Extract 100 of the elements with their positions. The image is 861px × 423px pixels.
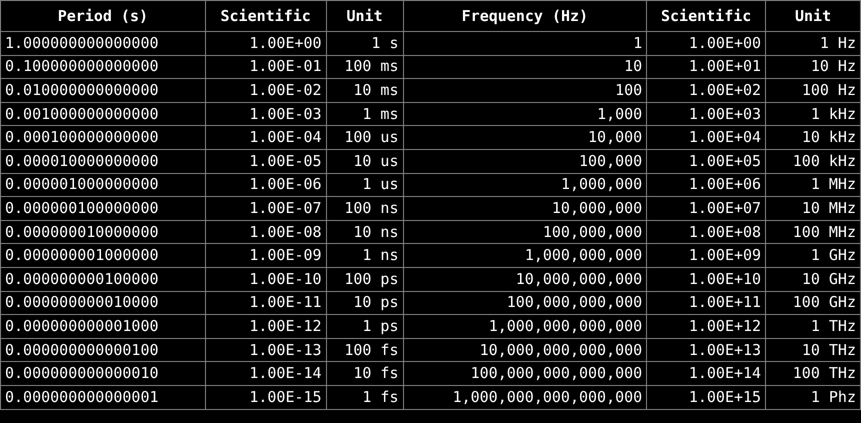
table-cell: 100 ns bbox=[326, 196, 403, 220]
table-cell: 0.000000000001000 bbox=[0, 314, 206, 338]
table-cell: 10 kHz bbox=[766, 126, 860, 150]
table-cell: 100 fs bbox=[326, 338, 403, 362]
table-cell: 1.00E-09 bbox=[205, 244, 326, 268]
table-cell: 100 MHz bbox=[766, 220, 860, 244]
table-cell: 1.00E-14 bbox=[205, 362, 326, 386]
table-cell: 1 kHz bbox=[766, 102, 860, 126]
table-cell: 1.00E+03 bbox=[646, 102, 766, 126]
table-cell: 10 GHz bbox=[766, 267, 860, 292]
table-cell: 0.000000000000010 bbox=[0, 362, 206, 386]
table-cell: 1.00E-05 bbox=[205, 149, 326, 174]
table-cell: 100 ms bbox=[326, 55, 403, 79]
table-cell: 0.000010000000000 bbox=[0, 149, 206, 174]
table-cell: 10 fs bbox=[326, 362, 403, 386]
table-cell: 0.010000000000000 bbox=[0, 78, 206, 102]
table-cell: 100 THz bbox=[766, 362, 860, 386]
table-cell: 100,000 bbox=[403, 149, 647, 174]
table-cell: 10 ns bbox=[326, 220, 403, 244]
table-cell: 1.00E-11 bbox=[205, 291, 326, 315]
table-cell: 1.00E+10 bbox=[646, 267, 766, 292]
table-cell: 10 Hz bbox=[766, 55, 860, 79]
column-header: Period (s) bbox=[0, 0, 206, 32]
table-cell: 1,000 bbox=[403, 102, 647, 126]
table-cell: 1.00E-10 bbox=[205, 267, 326, 292]
table-cell: 100 bbox=[403, 78, 647, 102]
table-cell: 0.000000000010000 bbox=[0, 291, 206, 315]
table-cell: 0.000000000000100 bbox=[0, 338, 206, 362]
table-cell: 0.000100000000000 bbox=[0, 126, 206, 150]
table-cell: 0.000001000000000 bbox=[0, 173, 206, 197]
table-cell: 1.00E+00 bbox=[205, 32, 326, 56]
table-cell: 1.00E-15 bbox=[205, 385, 326, 409]
table-cell: 10,000,000,000 bbox=[403, 267, 647, 292]
table-cell: 0.000000000100000 bbox=[0, 267, 206, 292]
table-cell: 1 ps bbox=[326, 314, 403, 338]
table-cell: 1.00E+02 bbox=[646, 78, 766, 102]
table-cell: 1 fs bbox=[326, 385, 403, 409]
table-cell: 1 THz bbox=[766, 314, 860, 338]
table-cell: 1.00E+05 bbox=[646, 149, 766, 174]
table-cell: 0.000000010000000 bbox=[0, 220, 206, 244]
table-cell: 100,000,000,000 bbox=[403, 291, 647, 315]
table-cell: 1.00E+01 bbox=[646, 55, 766, 79]
table-cell: 1.00E-06 bbox=[205, 173, 326, 197]
table-cell: 1 Phz bbox=[766, 385, 860, 409]
table-cell: 0.000000000000001 bbox=[0, 385, 206, 409]
table-cell: 100 ps bbox=[326, 267, 403, 292]
table-cell: 1.00E-03 bbox=[205, 102, 326, 126]
column-header: Scientific bbox=[205, 0, 326, 32]
table-cell: 100,000,000 bbox=[403, 220, 647, 244]
table-cell: 1,000,000,000,000 bbox=[403, 314, 647, 338]
table-cell: 1.00E+04 bbox=[646, 126, 766, 150]
table-cell: 1.00E-01 bbox=[205, 55, 326, 79]
table-cell: 1.00E+14 bbox=[646, 362, 766, 386]
column-header: Scientific bbox=[646, 0, 766, 32]
column-header: Frequency (Hz) bbox=[403, 0, 647, 32]
table-cell: 1.00E-02 bbox=[205, 78, 326, 102]
table-cell: 1 bbox=[403, 32, 647, 56]
table-cell: 0.000000100000000 bbox=[0, 196, 206, 220]
table-cell: 10 ps bbox=[326, 291, 403, 315]
table-cell: 1.00E-12 bbox=[205, 314, 326, 338]
column-header: Unit bbox=[766, 0, 860, 32]
table-cell: 100 kHz bbox=[766, 149, 860, 174]
table-cell: 10 MHz bbox=[766, 196, 860, 220]
table-cell: 100 GHz bbox=[766, 291, 860, 315]
table-cell: 1.000000000000000 bbox=[0, 32, 206, 56]
column-header: Unit bbox=[326, 0, 403, 32]
table-cell: 1 s bbox=[326, 32, 403, 56]
table-cell: 10 us bbox=[326, 149, 403, 174]
table-cell: 1.00E-04 bbox=[205, 126, 326, 150]
table-cell: 1.00E+00 bbox=[646, 32, 766, 56]
table-cell: 0.100000000000000 bbox=[0, 55, 206, 79]
table-cell: 10 ms bbox=[326, 78, 403, 102]
table-cell: 1.00E+13 bbox=[646, 338, 766, 362]
table-cell: 100 us bbox=[326, 126, 403, 150]
table-cell: 1,000,000 bbox=[403, 173, 647, 197]
table-cell: 1.00E+06 bbox=[646, 173, 766, 197]
table-cell: 1 us bbox=[326, 173, 403, 197]
table-cell: 1.00E-13 bbox=[205, 338, 326, 362]
table-cell: 10 THz bbox=[766, 338, 860, 362]
table-cell: 1,000,000,000 bbox=[403, 244, 647, 268]
table-cell: 100,000,000,000,000 bbox=[403, 362, 647, 386]
table-cell: 1 Hz bbox=[766, 32, 860, 56]
table-cell: 1.00E-07 bbox=[205, 196, 326, 220]
table-cell: 1,000,000,000,000,000 bbox=[403, 385, 647, 409]
table-cell: 1.00E+12 bbox=[646, 314, 766, 338]
table-cell: 1.00E+07 bbox=[646, 196, 766, 220]
table-cell: 1.00E+11 bbox=[646, 291, 766, 315]
table-cell: 1.00E+09 bbox=[646, 244, 766, 268]
table-cell: 1.00E+15 bbox=[646, 385, 766, 409]
table-cell: 0.001000000000000 bbox=[0, 102, 206, 126]
table-cell: 1 MHz bbox=[766, 173, 860, 197]
table-cell: 10,000 bbox=[403, 126, 647, 150]
table-cell: 1 ms bbox=[326, 102, 403, 126]
table-cell: 1.00E+08 bbox=[646, 220, 766, 244]
table-cell: 1 GHz bbox=[766, 244, 860, 268]
table-cell: 100 Hz bbox=[766, 78, 860, 102]
table-cell: 10,000,000,000,000 bbox=[403, 338, 647, 362]
table-cell: 1.00E-08 bbox=[205, 220, 326, 244]
table-cell: 1 ns bbox=[326, 244, 403, 268]
table-cell: 0.000000001000000 bbox=[0, 244, 206, 268]
